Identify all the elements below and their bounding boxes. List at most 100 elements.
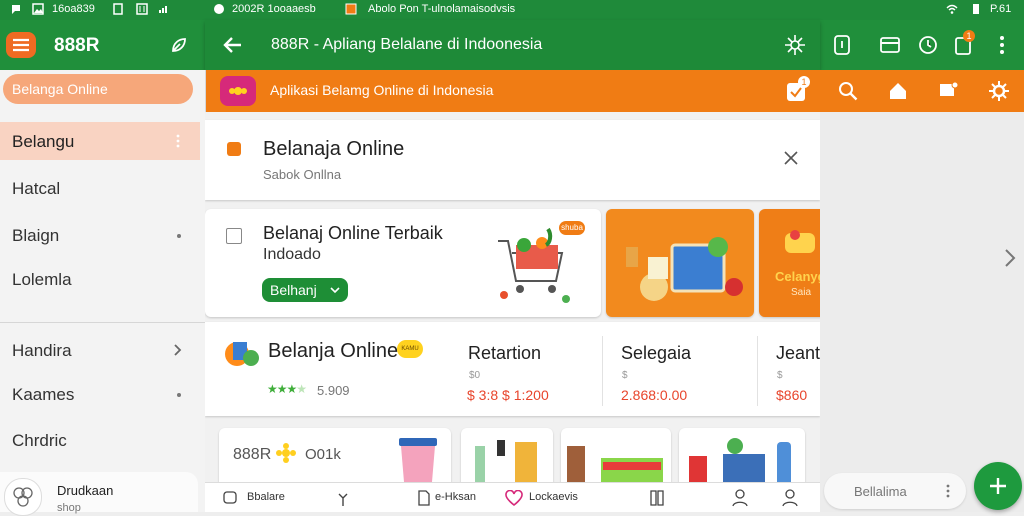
product-sub: $	[622, 370, 628, 381]
bookmark-icon[interactable]	[833, 34, 851, 56]
header-card: Belanaja Online Sabok Onllna	[205, 120, 820, 200]
hamburger-icon	[13, 38, 29, 52]
battery-icon	[973, 4, 979, 14]
drawer-item-lolemla[interactable]: Lolemla	[0, 261, 200, 297]
image-icon	[32, 3, 44, 15]
more-vert-icon[interactable]	[946, 484, 950, 498]
nav-item-ehksan[interactable]: e-Hksan	[417, 487, 505, 509]
settings-icon[interactable]	[988, 80, 1010, 102]
close-icon[interactable]	[784, 151, 798, 165]
drawer-item-label: Hatcal	[12, 179, 61, 198]
product-card-text-2: O01k	[305, 446, 341, 463]
product-title: Selegaia	[621, 343, 692, 363]
product-sub: $0	[469, 370, 481, 381]
account-name: Drudkaan	[57, 483, 114, 498]
shop-name[interactable]: Belanja Online	[268, 340, 398, 363]
drawer-item-belangu[interactable]: Belangu	[0, 122, 200, 160]
header-subtitle: Sabok Onllna	[263, 167, 342, 182]
promo-checkbox[interactable]	[226, 228, 242, 244]
right-search-pill[interactable]: Bellalima	[824, 473, 966, 509]
drawer-item-label: Belangu	[12, 132, 75, 151]
chevron-down-icon	[330, 287, 340, 294]
status-time: P.61	[990, 3, 1012, 15]
drawer-item-blaign[interactable]: Blaign	[0, 217, 200, 253]
nav-item-lockaevis[interactable]: Lockaevis	[505, 487, 605, 509]
right-search-text: Bellalima	[854, 484, 907, 499]
drawer-item-hatcal[interactable]: Hatcal	[0, 170, 200, 206]
product-col-1[interactable]: Retartion $0 $ 3:8 $ 1:200	[467, 328, 602, 408]
account-row[interactable]: Drudkaan shop	[0, 472, 198, 516]
nav-item-bbalare[interactable]: Bbalare	[223, 487, 303, 509]
basket-illustration	[785, 230, 815, 253]
status-text-3: Abolo Pon T-ulnolamaisodvsis	[368, 3, 516, 15]
tag-icon	[227, 142, 241, 156]
more-vert-icon[interactable]	[998, 35, 1006, 55]
chat-icon	[214, 4, 224, 14]
drawer-item-chrdric[interactable]: Chrdric	[0, 422, 200, 458]
back-arrow-icon[interactable]	[221, 34, 243, 56]
product-price: $ 3:8 $ 1:200	[467, 387, 549, 403]
nav-label: Bbalare	[247, 491, 285, 503]
drawer-item-label: Blaign	[12, 226, 60, 245]
add-fab-button[interactable]	[974, 462, 1022, 510]
book-icon[interactable]	[649, 489, 665, 507]
clock-icon[interactable]	[918, 35, 938, 55]
promo-title-line2: Indoado	[263, 246, 321, 263]
message-icon[interactable]	[938, 80, 960, 102]
header-title: Belanaja Online	[263, 138, 405, 160]
drawer-divider	[0, 322, 205, 323]
product-sub: $	[777, 370, 783, 381]
user-icon[interactable]	[732, 489, 748, 507]
nav-label: Lockaevis	[529, 491, 578, 503]
star-flower-icon	[276, 443, 296, 463]
flower-logo-icon	[229, 87, 247, 95]
banner-2-text: Celanyg	[775, 269, 820, 284]
grocery-box-illustration	[626, 237, 743, 301]
product-col-3[interactable]: Jeant $ $860	[776, 328, 820, 408]
shop-logo[interactable]	[223, 336, 261, 370]
inbox-button[interactable]: 1	[786, 76, 810, 102]
share-icon[interactable]	[783, 33, 807, 57]
drawer-search-pill[interactable]: Belanga Online	[3, 74, 193, 104]
status-text-2: 2002R 1ooaaesb	[232, 3, 316, 15]
promo-banner-2[interactable]: Celanyg Saia	[759, 209, 820, 317]
chevron-right-icon[interactable]	[1004, 248, 1016, 268]
right-pane: Bellalima	[820, 112, 1024, 512]
heart-icon	[505, 490, 523, 506]
more-vert-icon[interactable]	[176, 134, 180, 148]
shop-logo-icon	[225, 342, 259, 366]
app-subtitle: Aplikasi Belamg Online di Indonesia	[270, 82, 494, 98]
plus-icon	[990, 478, 1006, 494]
drawer-item-handira[interactable]: Handira	[0, 332, 200, 368]
home-icon[interactable]	[888, 81, 908, 101]
page-title: 888R - Apliang Belalane di Indoonesia	[271, 36, 543, 53]
dot-icon	[177, 234, 181, 238]
column-divider	[757, 336, 758, 406]
promo-button-label: Belhanj	[270, 282, 317, 298]
shop-badge: KAMU	[397, 340, 423, 358]
drawer-item-label: Lolemla	[12, 270, 72, 289]
profile-icon[interactable]	[782, 489, 798, 507]
dot-icon	[177, 393, 181, 397]
nav-label: e-Hksan	[435, 491, 476, 503]
leaf-icon[interactable]	[170, 36, 188, 54]
drawer-search-text: Belanga Online	[12, 81, 108, 97]
product-col-2[interactable]: Selegaia $ 2.868:0.00	[621, 328, 751, 408]
status-bar: 16oa839 2002R 1ooaaesb Abolo Pon T-ulnol…	[0, 0, 1024, 20]
bottom-navigation: Bbalare e-Hksan Lockaevis	[205, 482, 820, 512]
drawer-item-label: Kaames	[12, 385, 75, 404]
drawer-item-label: Chrdric	[12, 431, 67, 450]
card-icon[interactable]	[880, 36, 900, 54]
promo-button[interactable]: Belhanj	[262, 278, 348, 302]
notification-button[interactable]: 1	[954, 30, 975, 56]
menu-button[interactable]	[6, 32, 36, 58]
wifi-icon	[946, 4, 958, 14]
drawer-item-kaames[interactable]: Kaames	[0, 376, 200, 412]
search-icon[interactable]	[838, 81, 858, 101]
promo-banner-1[interactable]	[606, 209, 754, 317]
promo-card[interactable]: Belanaj Online Terbaik Indoado Belhanj s…	[205, 209, 601, 317]
inbox-badge: 1	[798, 76, 810, 88]
heart-outline-icon[interactable]	[335, 491, 351, 507]
banner-2-subtext: Saia	[791, 287, 812, 298]
flower-avatar-icon	[13, 487, 33, 507]
